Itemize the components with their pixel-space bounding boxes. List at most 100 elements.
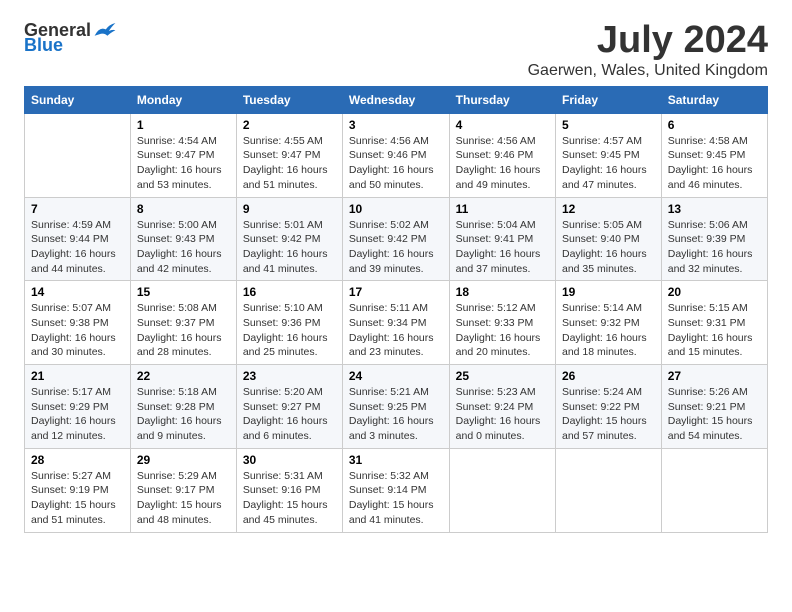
location-subtitle: Gaerwen, Wales, United Kingdom (528, 62, 768, 80)
day-info: Sunrise: 5:08 AM Sunset: 9:37 PM Dayligh… (137, 301, 230, 360)
calendar-cell: 28 Sunrise: 5:27 AM Sunset: 9:19 PM Dayli… (25, 448, 131, 532)
day-number: 30 (243, 453, 336, 467)
calendar-cell: 24Sunrise: 5:21 AM Sunset: 9:25 PM Dayli… (342, 365, 449, 449)
day-number: 20 (668, 285, 761, 299)
calendar-table: SundayMondayTuesdayWednesdayThursdayFrid… (24, 86, 768, 533)
calendar-week-row: 14Sunrise: 5:07 AM Sunset: 9:38 PM Dayli… (25, 281, 768, 365)
day-number: 22 (137, 369, 230, 383)
day-info: Sunrise: 5:02 AM Sunset: 9:42 PM Dayligh… (349, 218, 443, 277)
day-info: Sunrise: 5:15 AM Sunset: 9:31 PM Dayligh… (668, 301, 761, 360)
page-header: General Blue July 2024 Gaerwen, Wales, U… (24, 20, 768, 80)
day-info: Sunrise: 5:14 AM Sunset: 9:32 PM Dayligh… (562, 301, 655, 360)
calendar-cell: 18 Sunrise: 5:12 AM Sunset: 9:33 PM Dayli… (449, 281, 555, 365)
weekday-header: Thursday (449, 86, 555, 113)
day-number: 31 (349, 453, 443, 467)
calendar-cell: 23Sunrise: 5:20 AM Sunset: 9:27 PM Dayli… (236, 365, 342, 449)
day-info: Sunrise: 5:07 AM Sunset: 9:38 PM Dayligh… (31, 301, 124, 360)
weekday-header: Sunday (25, 86, 131, 113)
calendar-cell: 13 Sunrise: 5:06 AM Sunset: 9:39 PM Dayli… (661, 197, 767, 281)
weekday-header: Friday (555, 86, 661, 113)
weekday-header-row: SundayMondayTuesdayWednesdayThursdayFrid… (25, 86, 768, 113)
day-info: Sunrise: 5:29 AM Sunset: 9:17 PM Dayligh… (137, 469, 230, 528)
calendar-cell (661, 448, 767, 532)
calendar-cell (449, 448, 555, 532)
day-number: 15 (137, 285, 230, 299)
day-number: 2 (243, 118, 336, 132)
day-number: 11 (456, 202, 549, 216)
calendar-cell: 7 Sunrise: 4:59 AM Sunset: 9:44 PM Daylig… (25, 197, 131, 281)
calendar-week-row: 21 Sunrise: 5:17 AM Sunset: 9:29 PM Dayli… (25, 365, 768, 449)
day-number: 13 (668, 202, 761, 216)
calendar-cell: 16 Sunrise: 5:10 AM Sunset: 9:36 PM Dayli… (236, 281, 342, 365)
day-number: 27 (668, 369, 761, 383)
weekday-header: Wednesday (342, 86, 449, 113)
day-info: Sunrise: 5:05 AM Sunset: 9:40 PM Dayligh… (562, 218, 655, 277)
calendar-cell: 30 Sunrise: 5:31 AM Sunset: 9:16 PM Dayli… (236, 448, 342, 532)
calendar-cell (25, 113, 131, 197)
logo-bird-icon (93, 21, 117, 41)
day-number: 16 (243, 285, 336, 299)
day-info: Sunrise: 5:12 AM Sunset: 9:33 PM Dayligh… (456, 301, 549, 360)
day-info: Sunrise: 5:23 AM Sunset: 9:24 PM Dayligh… (456, 385, 549, 444)
day-info: Sunrise: 4:54 AM Sunset: 9:47 PM Dayligh… (137, 134, 230, 193)
calendar-cell: 25 Sunrise: 5:23 AM Sunset: 9:24 PM Dayli… (449, 365, 555, 449)
calendar-cell: 27Sunrise: 5:26 AM Sunset: 9:21 PM Dayli… (661, 365, 767, 449)
calendar-cell: 11 Sunrise: 5:04 AM Sunset: 9:41 PM Dayli… (449, 197, 555, 281)
day-number: 28 (31, 453, 124, 467)
day-info: Sunrise: 5:17 AM Sunset: 9:29 PM Dayligh… (31, 385, 124, 444)
day-info: Sunrise: 5:10 AM Sunset: 9:36 PM Dayligh… (243, 301, 336, 360)
day-number: 3 (349, 118, 443, 132)
calendar-cell: 26Sunrise: 5:24 AM Sunset: 9:22 PM Dayli… (555, 365, 661, 449)
day-info: Sunrise: 5:18 AM Sunset: 9:28 PM Dayligh… (137, 385, 230, 444)
day-number: 5 (562, 118, 655, 132)
day-number: 21 (31, 369, 124, 383)
day-info: Sunrise: 5:00 AM Sunset: 9:43 PM Dayligh… (137, 218, 230, 277)
day-info: Sunrise: 4:56 AM Sunset: 9:46 PM Dayligh… (456, 134, 549, 193)
calendar-week-row: 28 Sunrise: 5:27 AM Sunset: 9:19 PM Dayli… (25, 448, 768, 532)
day-info: Sunrise: 4:59 AM Sunset: 9:44 PM Dayligh… (31, 218, 124, 277)
calendar-cell: 4 Sunrise: 4:56 AM Sunset: 9:46 PM Daylig… (449, 113, 555, 197)
day-number: 18 (456, 285, 549, 299)
weekday-header: Tuesday (236, 86, 342, 113)
calendar-cell: 19 Sunrise: 5:14 AM Sunset: 9:32 PM Dayli… (555, 281, 661, 365)
day-number: 8 (137, 202, 230, 216)
weekday-header: Saturday (661, 86, 767, 113)
day-info: Sunrise: 5:20 AM Sunset: 9:27 PM Dayligh… (243, 385, 336, 444)
day-info: Sunrise: 5:27 AM Sunset: 9:19 PM Dayligh… (31, 469, 124, 528)
weekday-header: Monday (130, 86, 236, 113)
month-year-title: July 2024 (528, 20, 768, 62)
day-number: 29 (137, 453, 230, 467)
calendar-cell: 3Sunrise: 4:56 AM Sunset: 9:46 PM Daylig… (342, 113, 449, 197)
day-number: 25 (456, 369, 549, 383)
title-area: July 2024 Gaerwen, Wales, United Kingdom (528, 20, 768, 80)
calendar-week-row: 7 Sunrise: 4:59 AM Sunset: 9:44 PM Daylig… (25, 197, 768, 281)
day-number: 17 (349, 285, 443, 299)
day-info: Sunrise: 5:32 AM Sunset: 9:14 PM Dayligh… (349, 469, 443, 528)
day-info: Sunrise: 5:06 AM Sunset: 9:39 PM Dayligh… (668, 218, 761, 277)
calendar-cell (555, 448, 661, 532)
day-info: Sunrise: 4:57 AM Sunset: 9:45 PM Dayligh… (562, 134, 655, 193)
calendar-cell: 14Sunrise: 5:07 AM Sunset: 9:38 PM Dayli… (25, 281, 131, 365)
calendar-cell: 15 Sunrise: 5:08 AM Sunset: 9:37 PM Dayli… (130, 281, 236, 365)
day-info: Sunrise: 5:31 AM Sunset: 9:16 PM Dayligh… (243, 469, 336, 528)
day-number: 6 (668, 118, 761, 132)
day-number: 7 (31, 202, 124, 216)
calendar-cell: 22 Sunrise: 5:18 AM Sunset: 9:28 PM Dayli… (130, 365, 236, 449)
calendar-cell: 1Sunrise: 4:54 AM Sunset: 9:47 PM Daylig… (130, 113, 236, 197)
calendar-cell: 20 Sunrise: 5:15 AM Sunset: 9:31 PM Dayli… (661, 281, 767, 365)
calendar-cell: 9Sunrise: 5:01 AM Sunset: 9:42 PM Daylig… (236, 197, 342, 281)
day-number: 19 (562, 285, 655, 299)
day-number: 12 (562, 202, 655, 216)
calendar-cell: 8 Sunrise: 5:00 AM Sunset: 9:43 PM Daylig… (130, 197, 236, 281)
day-info: Sunrise: 4:55 AM Sunset: 9:47 PM Dayligh… (243, 134, 336, 193)
day-info: Sunrise: 5:04 AM Sunset: 9:41 PM Dayligh… (456, 218, 549, 277)
calendar-week-row: 1Sunrise: 4:54 AM Sunset: 9:47 PM Daylig… (25, 113, 768, 197)
day-info: Sunrise: 5:21 AM Sunset: 9:25 PM Dayligh… (349, 385, 443, 444)
logo: General Blue (24, 20, 117, 56)
calendar-cell: 10Sunrise: 5:02 AM Sunset: 9:42 PM Dayli… (342, 197, 449, 281)
calendar-cell: 5 Sunrise: 4:57 AM Sunset: 9:45 PM Daylig… (555, 113, 661, 197)
day-number: 26 (562, 369, 655, 383)
calendar-cell: 21 Sunrise: 5:17 AM Sunset: 9:29 PM Dayli… (25, 365, 131, 449)
day-number: 4 (456, 118, 549, 132)
calendar-cell: 17Sunrise: 5:11 AM Sunset: 9:34 PM Dayli… (342, 281, 449, 365)
